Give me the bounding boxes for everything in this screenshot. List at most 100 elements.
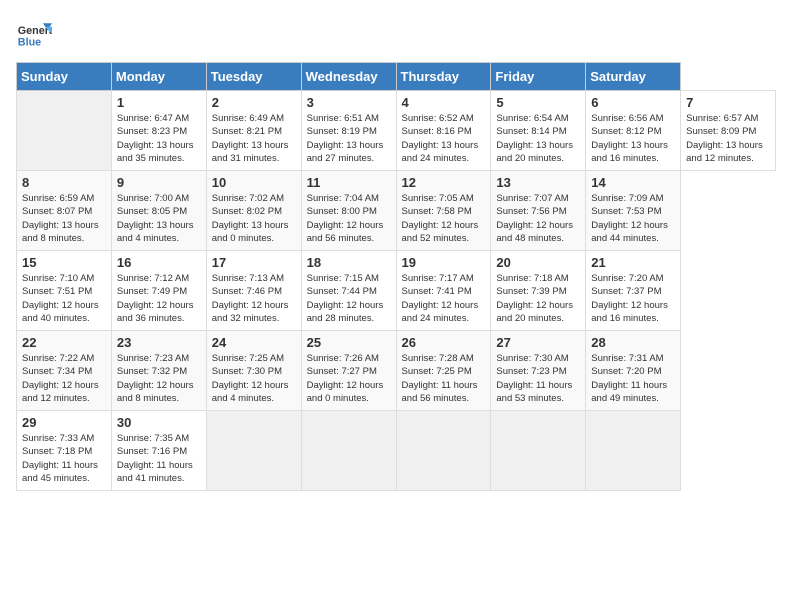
day-info: Sunrise: 7:23 AMSunset: 7:32 PMDaylight:… [117, 352, 201, 405]
day-number: 6 [591, 95, 675, 110]
day-info: Sunrise: 6:54 AMSunset: 8:14 PMDaylight:… [496, 112, 580, 165]
calendar-cell-week2-day1: 9 Sunrise: 7:00 AMSunset: 8:05 PMDaylight… [111, 171, 206, 251]
day-info: Sunrise: 7:00 AMSunset: 8:05 PMDaylight:… [117, 192, 201, 245]
day-number: 25 [307, 335, 391, 350]
calendar-cell-week1-day7: 7 Sunrise: 6:57 AMSunset: 8:09 PMDaylight… [681, 91, 776, 171]
logo-icon: General Blue [16, 16, 52, 52]
weekday-header-sunday: Sunday [17, 63, 112, 91]
day-info: Sunrise: 7:17 AMSunset: 7:41 PMDaylight:… [402, 272, 486, 325]
calendar-cell-week4-day4: 26 Sunrise: 7:28 AMSunset: 7:25 PMDayligh… [396, 331, 491, 411]
day-number: 22 [22, 335, 106, 350]
calendar-cell-week3-day5: 20 Sunrise: 7:18 AMSunset: 7:39 PMDayligh… [491, 251, 586, 331]
calendar-cell-week4-day1: 23 Sunrise: 7:23 AMSunset: 7:32 PMDayligh… [111, 331, 206, 411]
calendar-cell-week4-day0: 22 Sunrise: 7:22 AMSunset: 7:34 PMDayligh… [17, 331, 112, 411]
day-info: Sunrise: 7:07 AMSunset: 7:56 PMDaylight:… [496, 192, 580, 245]
calendar-cell-week4-day2: 24 Sunrise: 7:25 AMSunset: 7:30 PMDayligh… [206, 331, 301, 411]
calendar-cell-week3-day1: 16 Sunrise: 7:12 AMSunset: 7:49 PMDayligh… [111, 251, 206, 331]
calendar-cell-week5-day5 [491, 411, 586, 491]
calendar-cell-week1-day6: 6 Sunrise: 6:56 AMSunset: 8:12 PMDaylight… [586, 91, 681, 171]
day-info: Sunrise: 7:15 AMSunset: 7:44 PMDaylight:… [307, 272, 391, 325]
day-number: 8 [22, 175, 106, 190]
calendar-cell-week5-day4 [396, 411, 491, 491]
day-number: 13 [496, 175, 580, 190]
day-info: Sunrise: 6:59 AMSunset: 8:07 PMDaylight:… [22, 192, 106, 245]
weekday-header-row: SundayMondayTuesdayWednesdayThursdayFrid… [17, 63, 776, 91]
day-info: Sunrise: 7:28 AMSunset: 7:25 PMDaylight:… [402, 352, 486, 405]
day-number: 30 [117, 415, 201, 430]
calendar-cell-week3-day0: 15Sunrise: 7:10 AMSunset: 7:51 PMDayligh… [17, 251, 112, 331]
weekday-header-friday: Friday [491, 63, 586, 91]
calendar-cell-week2-day3: 11Sunrise: 7:04 AMSunset: 8:00 PMDayligh… [301, 171, 396, 251]
day-info: Sunrise: 7:04 AMSunset: 8:00 PMDaylight:… [307, 192, 391, 245]
week-row-3: 15Sunrise: 7:10 AMSunset: 7:51 PMDayligh… [17, 251, 776, 331]
calendar-cell-week1-day4: 4Sunrise: 6:52 AMSunset: 8:16 PMDaylight… [396, 91, 491, 171]
calendar-cell-week2-day2: 10 Sunrise: 7:02 AMSunset: 8:02 PMDayligh… [206, 171, 301, 251]
day-number: 16 [117, 255, 201, 270]
day-info: Sunrise: 7:30 AMSunset: 7:23 PMDaylight:… [496, 352, 580, 405]
calendar-table: SundayMondayTuesdayWednesdayThursdayFrid… [16, 62, 776, 491]
day-number: 10 [212, 175, 296, 190]
day-info: Sunrise: 6:52 AMSunset: 8:16 PMDaylight:… [402, 112, 486, 165]
day-info: Sunrise: 7:12 AMSunset: 7:49 PMDaylight:… [117, 272, 201, 325]
weekday-header-wednesday: Wednesday [301, 63, 396, 91]
calendar-cell-week1-day0 [17, 91, 112, 171]
day-number: 2 [212, 95, 296, 110]
svg-text:Blue: Blue [18, 37, 41, 49]
day-info: Sunrise: 6:47 AMSunset: 8:23 PMDaylight:… [117, 112, 201, 165]
day-number: 26 [402, 335, 486, 350]
calendar-cell-week5-day2 [206, 411, 301, 491]
day-info: Sunrise: 7:22 AMSunset: 7:34 PMDaylight:… [22, 352, 106, 405]
calendar-cell-week5-day6 [586, 411, 681, 491]
calendar-cell-week3-day2: 17Sunrise: 7:13 AMSunset: 7:46 PMDayligh… [206, 251, 301, 331]
calendar-cell-week2-day4: 12Sunrise: 7:05 AMSunset: 7:58 PMDayligh… [396, 171, 491, 251]
day-info: Sunrise: 7:35 AMSunset: 7:16 PMDaylight:… [117, 432, 201, 485]
calendar-cell-week1-day5: 5 Sunrise: 6:54 AMSunset: 8:14 PMDaylight… [491, 91, 586, 171]
calendar-cell-week1-day1: 1 Sunrise: 6:47 AMSunset: 8:23 PMDaylight… [111, 91, 206, 171]
day-number: 5 [496, 95, 580, 110]
day-number: 7 [686, 95, 770, 110]
day-info: Sunrise: 7:25 AMSunset: 7:30 PMDaylight:… [212, 352, 296, 405]
day-number: 1 [117, 95, 201, 110]
calendar-cell-week5-day1: 30 Sunrise: 7:35 AMSunset: 7:16 PMDayligh… [111, 411, 206, 491]
week-row-2: 8 Sunrise: 6:59 AMSunset: 8:07 PMDaylight… [17, 171, 776, 251]
calendar-cell-week2-day5: 13 Sunrise: 7:07 AMSunset: 7:56 PMDayligh… [491, 171, 586, 251]
day-info: Sunrise: 7:18 AMSunset: 7:39 PMDaylight:… [496, 272, 580, 325]
day-number: 15 [22, 255, 106, 270]
weekday-header-thursday: Thursday [396, 63, 491, 91]
day-info: Sunrise: 7:02 AMSunset: 8:02 PMDaylight:… [212, 192, 296, 245]
weekday-header-tuesday: Tuesday [206, 63, 301, 91]
day-number: 24 [212, 335, 296, 350]
day-info: Sunrise: 7:05 AMSunset: 7:58 PMDaylight:… [402, 192, 486, 245]
calendar-cell-week4-day3: 25 Sunrise: 7:26 AMSunset: 7:27 PMDayligh… [301, 331, 396, 411]
logo: General Blue [16, 16, 52, 52]
day-number: 29 [22, 415, 106, 430]
day-info: Sunrise: 7:20 AMSunset: 7:37 PMDaylight:… [591, 272, 675, 325]
day-number: 19 [402, 255, 486, 270]
weekday-header-monday: Monday [111, 63, 206, 91]
day-info: Sunrise: 7:26 AMSunset: 7:27 PMDaylight:… [307, 352, 391, 405]
day-number: 21 [591, 255, 675, 270]
day-number: 28 [591, 335, 675, 350]
day-number: 18 [307, 255, 391, 270]
day-number: 23 [117, 335, 201, 350]
day-number: 20 [496, 255, 580, 270]
day-number: 27 [496, 335, 580, 350]
calendar-cell-week3-day4: 19 Sunrise: 7:17 AMSunset: 7:41 PMDayligh… [396, 251, 491, 331]
week-row-4: 22 Sunrise: 7:22 AMSunset: 7:34 PMDayligh… [17, 331, 776, 411]
calendar-cell-week2-day0: 8 Sunrise: 6:59 AMSunset: 8:07 PMDaylight… [17, 171, 112, 251]
weekday-header-saturday: Saturday [586, 63, 681, 91]
calendar-cell-week1-day2: 2Sunrise: 6:49 AMSunset: 8:21 PMDaylight… [206, 91, 301, 171]
calendar-cell-week5-day3 [301, 411, 396, 491]
calendar-cell-week3-day3: 18 Sunrise: 7:15 AMSunset: 7:44 PMDayligh… [301, 251, 396, 331]
calendar-cell-week5-day0: 29Sunrise: 7:33 AMSunset: 7:18 PMDayligh… [17, 411, 112, 491]
week-row-5: 29Sunrise: 7:33 AMSunset: 7:18 PMDayligh… [17, 411, 776, 491]
calendar-cell-week2-day6: 14 Sunrise: 7:09 AMSunset: 7:53 PMDayligh… [586, 171, 681, 251]
day-info: Sunrise: 7:09 AMSunset: 7:53 PMDaylight:… [591, 192, 675, 245]
day-number: 9 [117, 175, 201, 190]
day-number: 3 [307, 95, 391, 110]
day-info: Sunrise: 6:57 AMSunset: 8:09 PMDaylight:… [686, 112, 770, 165]
day-info: Sunrise: 6:56 AMSunset: 8:12 PMDaylight:… [591, 112, 675, 165]
page-header: General Blue [16, 16, 776, 52]
day-number: 14 [591, 175, 675, 190]
calendar-cell-week4-day5: 27 Sunrise: 7:30 AMSunset: 7:23 PMDayligh… [491, 331, 586, 411]
